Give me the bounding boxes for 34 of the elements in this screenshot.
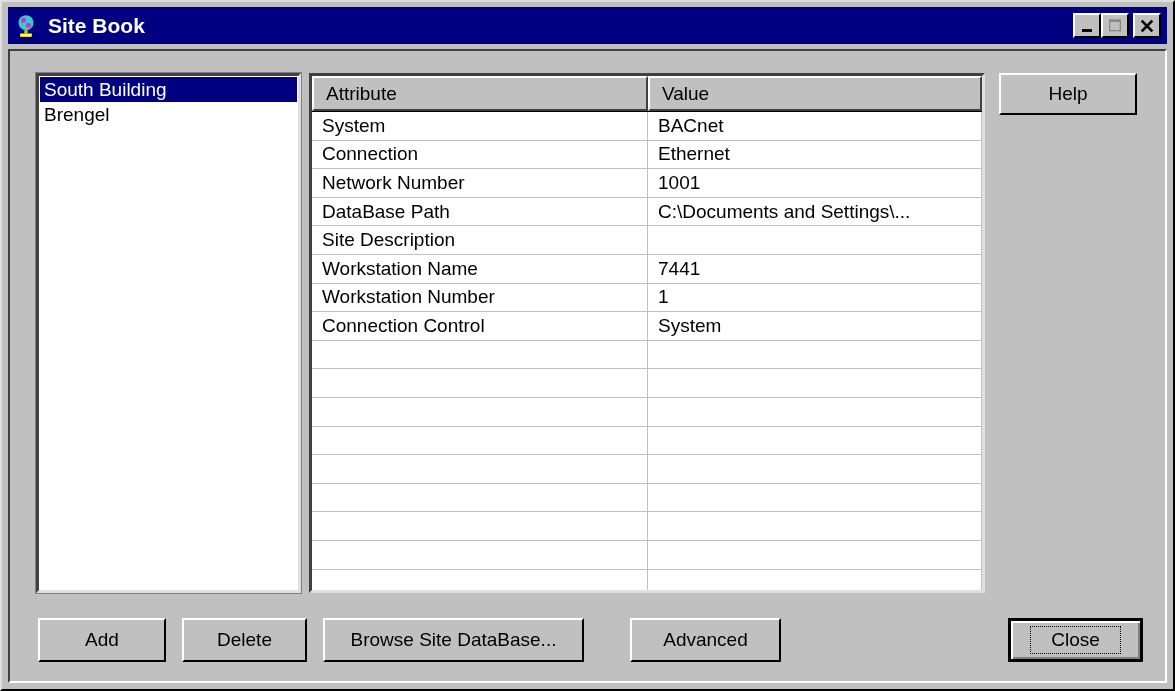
maximize-icon xyxy=(1107,17,1123,34)
site-list-item[interactable]: Brengel xyxy=(40,102,297,127)
table-cell: 1001 xyxy=(658,172,701,194)
window-title: Site Book xyxy=(48,13,145,38)
table-cell: System xyxy=(322,114,386,137)
site-list-item[interactable]: South Building xyxy=(40,77,297,102)
table-cell: 1 xyxy=(658,286,669,309)
dialog-button[interactable]: Browse Site DataBase... xyxy=(323,618,584,662)
table-cell: Ethernet xyxy=(658,143,730,166)
table-cell: System xyxy=(658,314,722,337)
dialog-button[interactable]: Add xyxy=(38,618,166,662)
close-icon xyxy=(1139,17,1155,34)
column-header[interactable]: Value xyxy=(648,76,982,111)
table-cell: Connection xyxy=(322,143,419,166)
globe-icon xyxy=(16,12,36,39)
table-cell: Workstation Number xyxy=(322,286,495,309)
dialog-button[interactable]: Close xyxy=(1008,618,1143,662)
table-cell: C:\Documents and Settings\... xyxy=(658,200,911,223)
dialog-button[interactable]: Delete xyxy=(182,618,307,662)
close-window-button[interactable] xyxy=(1133,13,1161,38)
table-cell: DataBase Path xyxy=(322,200,450,223)
minimize-icon xyxy=(1082,28,1092,32)
table-cell: Site Description xyxy=(322,229,456,252)
table-cell: Network Number xyxy=(322,172,465,194)
minimize-button[interactable] xyxy=(1073,13,1101,38)
table-cell: Workstation Name xyxy=(322,257,478,280)
dialog-button[interactable]: Advanced xyxy=(630,618,781,662)
maximize-button[interactable] xyxy=(1101,13,1129,38)
dialog-button[interactable]: Help xyxy=(999,73,1137,115)
table-cell: BACnet xyxy=(658,114,724,137)
column-header[interactable]: Attribute xyxy=(312,76,648,111)
table-cell: 7441 xyxy=(658,257,701,280)
site-list[interactable]: South Building Brengel xyxy=(36,73,301,593)
table-cell: Connection Control xyxy=(322,314,485,337)
